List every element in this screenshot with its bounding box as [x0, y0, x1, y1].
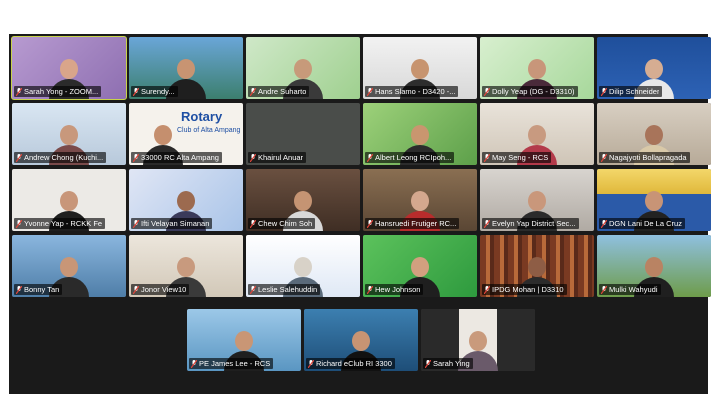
participant-tile[interactable]: Hansruedi Frutiger RC...	[363, 169, 477, 231]
participant-tile[interactable]: Nagajyoti Bollapragada	[597, 103, 711, 165]
muted-mic-icon	[601, 285, 607, 294]
muted-mic-icon	[133, 87, 139, 96]
participant-tile[interactable]: Hew Johnson	[363, 235, 477, 297]
muted-mic-icon	[16, 219, 22, 228]
participant-name: Hew Johnson	[375, 285, 421, 294]
muted-mic-icon	[367, 285, 373, 294]
participant-tile[interactable]: Yvonne Yap - RCKK Fe	[12, 169, 126, 231]
rotary-logo: Rotary	[181, 109, 223, 124]
muted-mic-icon	[191, 359, 197, 368]
participant-tile[interactable]: DGN Lani De La Cruz	[597, 169, 711, 231]
muted-mic-icon	[367, 219, 373, 228]
participant-name: PE James Lee - RCS	[199, 359, 271, 368]
muted-mic-icon	[484, 87, 490, 96]
participant-name: Ifti Velayan Simanan	[141, 219, 210, 228]
participant-name: Mulki Wahyudi	[609, 285, 658, 294]
participant-tile[interactable]: IPDG Mohan | D3310	[480, 235, 594, 297]
muted-mic-icon	[250, 285, 256, 294]
muted-mic-icon	[367, 153, 373, 162]
muted-mic-icon	[308, 359, 314, 368]
muted-mic-icon	[484, 285, 490, 294]
participant-tile[interactable]: Surendy...	[129, 37, 243, 99]
participant-tile[interactable]: Bonny Tan	[12, 235, 126, 297]
participant-tile[interactable]: Jonor View10	[129, 235, 243, 297]
participant-tile[interactable]: Hans Slamo - D3420 -...	[363, 37, 477, 99]
participant-name: Sarah Ying	[433, 359, 470, 368]
participant-tile[interactable]: Ifti Velayan Simanan	[129, 169, 243, 231]
muted-mic-icon	[484, 153, 490, 162]
muted-mic-icon	[16, 285, 22, 294]
participant-tile[interactable]: Mulki Wahyudi	[597, 235, 711, 297]
muted-mic-icon	[133, 285, 139, 294]
participant-name: Albert Leong RCIpoh...	[375, 153, 452, 162]
participant-tile[interactable]: Khairul Anuar	[246, 103, 360, 165]
muted-mic-icon	[367, 87, 373, 96]
participant-name: DGN Lani De La Cruz	[609, 219, 682, 228]
participant-name: 33000 RC Alta Ampang	[141, 153, 219, 162]
participant-name: Dolly Yeap (DG - D3310)	[492, 87, 575, 96]
participant-tile[interactable]: Sarah Yong - ZOOM...	[11, 36, 127, 100]
participant-name: Surendy...	[141, 87, 175, 96]
muted-mic-icon	[601, 219, 607, 228]
muted-mic-icon	[425, 359, 431, 368]
participant-name: Richard eClub RI 3300	[316, 359, 392, 368]
participant-name: Hans Slamo - D3420 -...	[375, 87, 456, 96]
muted-mic-icon	[601, 87, 607, 96]
video-gallery: Sarah Yong - ZOOM... Surendy... Andre Su…	[9, 34, 711, 394]
participant-tile[interactable]: Chew Chim Soh	[246, 169, 360, 231]
participant-tile[interactable]: Richard eClub RI 3300	[304, 309, 418, 371]
muted-mic-icon	[133, 153, 139, 162]
participant-tile[interactable]: Evelyn Yap District Sec...	[480, 169, 594, 231]
participant-tile[interactable]: Andrew Chong (Kuchi...	[12, 103, 126, 165]
participant-tile[interactable]: PE James Lee - RCS	[187, 309, 301, 371]
participant-tile[interactable]: Leslie Salehuddin	[246, 235, 360, 297]
participant-name: Dilip Schneider	[609, 87, 660, 96]
participant-name: Nagajyoti Bollapragada	[609, 153, 687, 162]
participant-tile[interactable]: Albert Leong RCIpoh...	[363, 103, 477, 165]
participant-name: IPDG Mohan | D3310	[492, 285, 564, 294]
participant-name: Chew Chim Soh	[258, 219, 313, 228]
muted-mic-icon	[601, 153, 607, 162]
muted-mic-icon	[250, 219, 256, 228]
participant-name: Sarah Yong - ZOOM...	[24, 87, 99, 96]
participant-name: Jonor View10	[141, 285, 187, 294]
muted-mic-icon	[16, 153, 22, 162]
participant-tile[interactable]: Rotary Club of Alta Ampang 33000 RC Alta…	[129, 103, 243, 165]
participant-name: Hansruedi Frutiger RC...	[375, 219, 457, 228]
participant-name: May Seng - RCS	[492, 153, 549, 162]
muted-mic-icon	[250, 87, 256, 96]
participant-name: Andre Suharto	[258, 87, 307, 96]
muted-mic-icon	[133, 219, 139, 228]
participant-name: Andrew Chong (Kuchi...	[24, 153, 104, 162]
participant-name: Yvonne Yap - RCKK Fe	[24, 219, 103, 228]
muted-mic-icon	[484, 219, 490, 228]
participant-name: Bonny Tan	[24, 285, 60, 294]
participant-tile[interactable]: Andre Suharto	[246, 37, 360, 99]
muted-mic-icon	[250, 153, 256, 162]
participant-tile[interactable]: Sarah Ying	[421, 309, 535, 371]
rotary-club-text: Club of Alta Ampang	[177, 127, 241, 134]
participant-name: Evelyn Yap District Sec...	[492, 219, 576, 228]
participant-tile[interactable]: Dolly Yeap (DG - D3310)	[480, 37, 594, 99]
participant-name: Leslie Salehuddin	[258, 285, 318, 294]
participant-tile[interactable]: May Seng - RCS	[480, 103, 594, 165]
participant-tile[interactable]: Dilip Schneider	[597, 37, 711, 99]
participant-name: Khairul Anuar	[258, 153, 304, 162]
muted-mic-icon	[16, 87, 22, 96]
